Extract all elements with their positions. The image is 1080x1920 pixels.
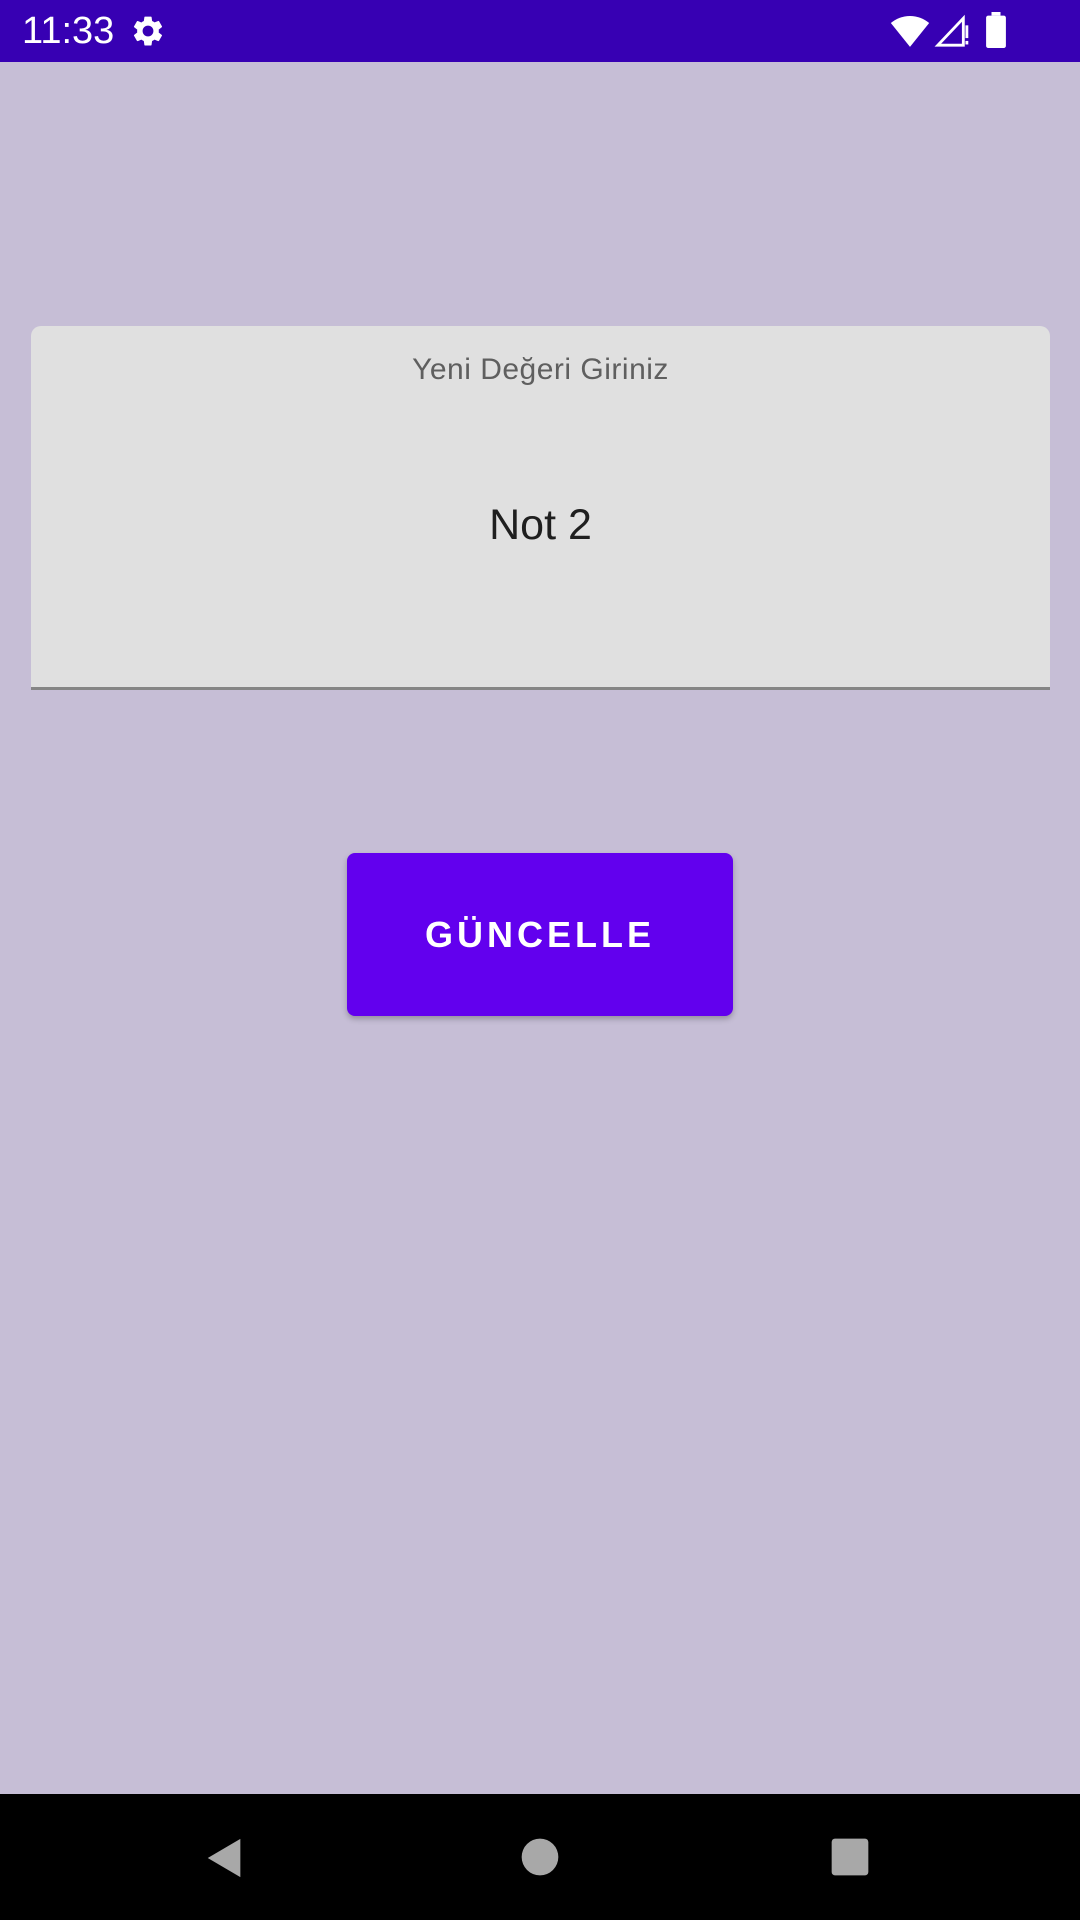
home-icon[interactable] (520, 1837, 560, 1877)
update-button-label: GÜNCELLE (425, 913, 655, 955)
recents-icon[interactable] (830, 1837, 870, 1877)
status-time: 11:33 (22, 10, 115, 52)
signal-icon (934, 14, 969, 47)
gear-icon (133, 16, 163, 46)
input-label: Yeni Değeri Giriniz (412, 353, 669, 386)
status-bar: 11:33 (0, 0, 1080, 62)
wifi-icon (890, 16, 930, 47)
back-icon[interactable] (202, 1834, 248, 1882)
input-value[interactable]: Not 2 (31, 500, 1050, 550)
navigation-bar (0, 1794, 1080, 1920)
update-button[interactable]: GÜNCELLE (347, 853, 733, 1016)
battery-icon (986, 12, 1006, 48)
value-input-field[interactable]: Yeni Değeri Giriniz Not 2 (31, 326, 1050, 690)
